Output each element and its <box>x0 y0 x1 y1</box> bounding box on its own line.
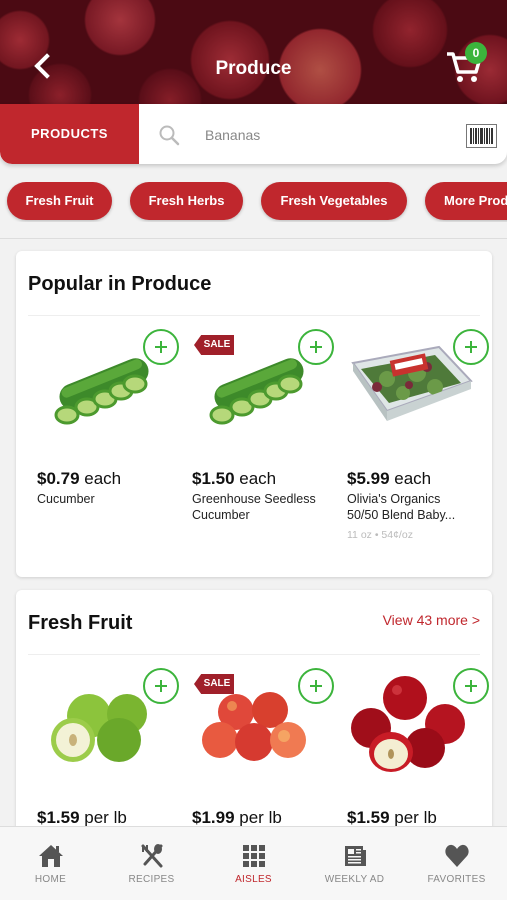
add-to-cart-button[interactable] <box>298 668 334 704</box>
search-input[interactable] <box>205 122 445 148</box>
product-card[interactable]: SALE $1.50 each Greenhouse Seedless Cucu… <box>192 327 342 557</box>
chip-fresh-herbs[interactable]: Fresh Herbs <box>130 182 243 220</box>
add-to-cart-button[interactable] <box>453 668 489 704</box>
product-card[interactable]: $1.59 per lb <box>347 666 492 836</box>
chip-fresh-vegetables[interactable]: Fresh Vegetables <box>261 182 407 220</box>
products-tab-button[interactable]: PRODUCTS <box>0 104 139 164</box>
favorites-icon <box>445 844 469 867</box>
sale-badge: SALE <box>194 335 234 355</box>
nav-weekly-ad[interactable]: WEEKLY AD <box>304 827 405 900</box>
aisles-icon <box>243 845 265 867</box>
sale-badge: SALE <box>194 674 234 694</box>
product-price: $1.50 each <box>192 469 277 488</box>
nav-favorites[interactable]: FAVORITES <box>406 827 507 900</box>
product-price: $5.99 each <box>347 469 432 488</box>
nav-label: AISLES <box>235 874 272 885</box>
product-card[interactable]: $1.59 per lb <box>37 666 187 836</box>
product-price: $0.79 each <box>37 469 122 488</box>
fresh-fruit-title: Fresh Fruit <box>28 612 133 634</box>
nav-aisles[interactable]: AISLES <box>203 827 304 900</box>
divider <box>28 654 480 655</box>
search-icon <box>159 125 180 146</box>
nav-home[interactable]: HOME <box>0 827 101 900</box>
product-price: $1.99 per lb <box>192 808 282 827</box>
product-price: $1.59 per lb <box>347 808 437 827</box>
nav-label: HOME <box>34 874 67 885</box>
chip-more-produce[interactable]: More Prod <box>425 182 507 220</box>
add-to-cart-button[interactable] <box>143 668 179 704</box>
weekly-ad-icon <box>345 846 366 866</box>
add-to-cart-button[interactable] <box>298 329 334 365</box>
header-banner <box>0 0 507 104</box>
nav-label: FAVORITES <box>427 874 486 885</box>
view-more-link[interactable]: View 43 more > <box>383 612 480 628</box>
add-to-cart-button[interactable] <box>143 329 179 365</box>
nav-label: RECIPES <box>128 874 175 885</box>
product-size: 11 oz • 54¢/oz <box>347 529 413 541</box>
recipes-icon <box>141 844 163 868</box>
nav-recipes[interactable]: RECIPES <box>101 827 202 900</box>
chip-fresh-fruit[interactable]: Fresh Fruit <box>7 182 112 220</box>
divider <box>0 238 507 239</box>
product-card[interactable]: $0.79 each Cucumber <box>37 327 187 557</box>
product-name: Greenhouse Seedless Cucumber <box>192 492 316 522</box>
divider <box>28 315 480 316</box>
nav-label: WEEKLY AD <box>324 874 385 885</box>
page-title: Produce <box>215 58 292 79</box>
category-chips: Fresh Fruit Fresh Herbs Fresh Vegetables… <box>0 182 507 222</box>
product-card[interactable]: $5.99 each Olivia's Organics 50/50 Blend… <box>347 327 492 557</box>
product-card[interactable]: SALE $1.99 per lb <box>192 666 342 836</box>
add-to-cart-button[interactable] <box>453 329 489 365</box>
product-name: Cucumber <box>37 492 95 506</box>
product-name: Olivia's Organics 50/50 Blend Baby... <box>347 492 456 522</box>
search-bar: PRODUCTS <box>0 104 507 164</box>
popular-title: Popular in Produce <box>28 273 212 295</box>
popular-card: Popular in Produce $0.79 each Cucumber S… <box>16 251 492 577</box>
cart-count-badge: 0 <box>465 42 487 64</box>
home-icon <box>39 845 63 867</box>
barcode-scan-icon[interactable] <box>466 124 497 148</box>
bottom-nav: HOME RECIPES AISLES WEEKLY AD FAVORITES <box>0 826 507 900</box>
product-price: $1.59 per lb <box>37 808 127 827</box>
fresh-fruit-card: Fresh Fruit View 43 more > $1.59 per lb … <box>16 590 492 850</box>
